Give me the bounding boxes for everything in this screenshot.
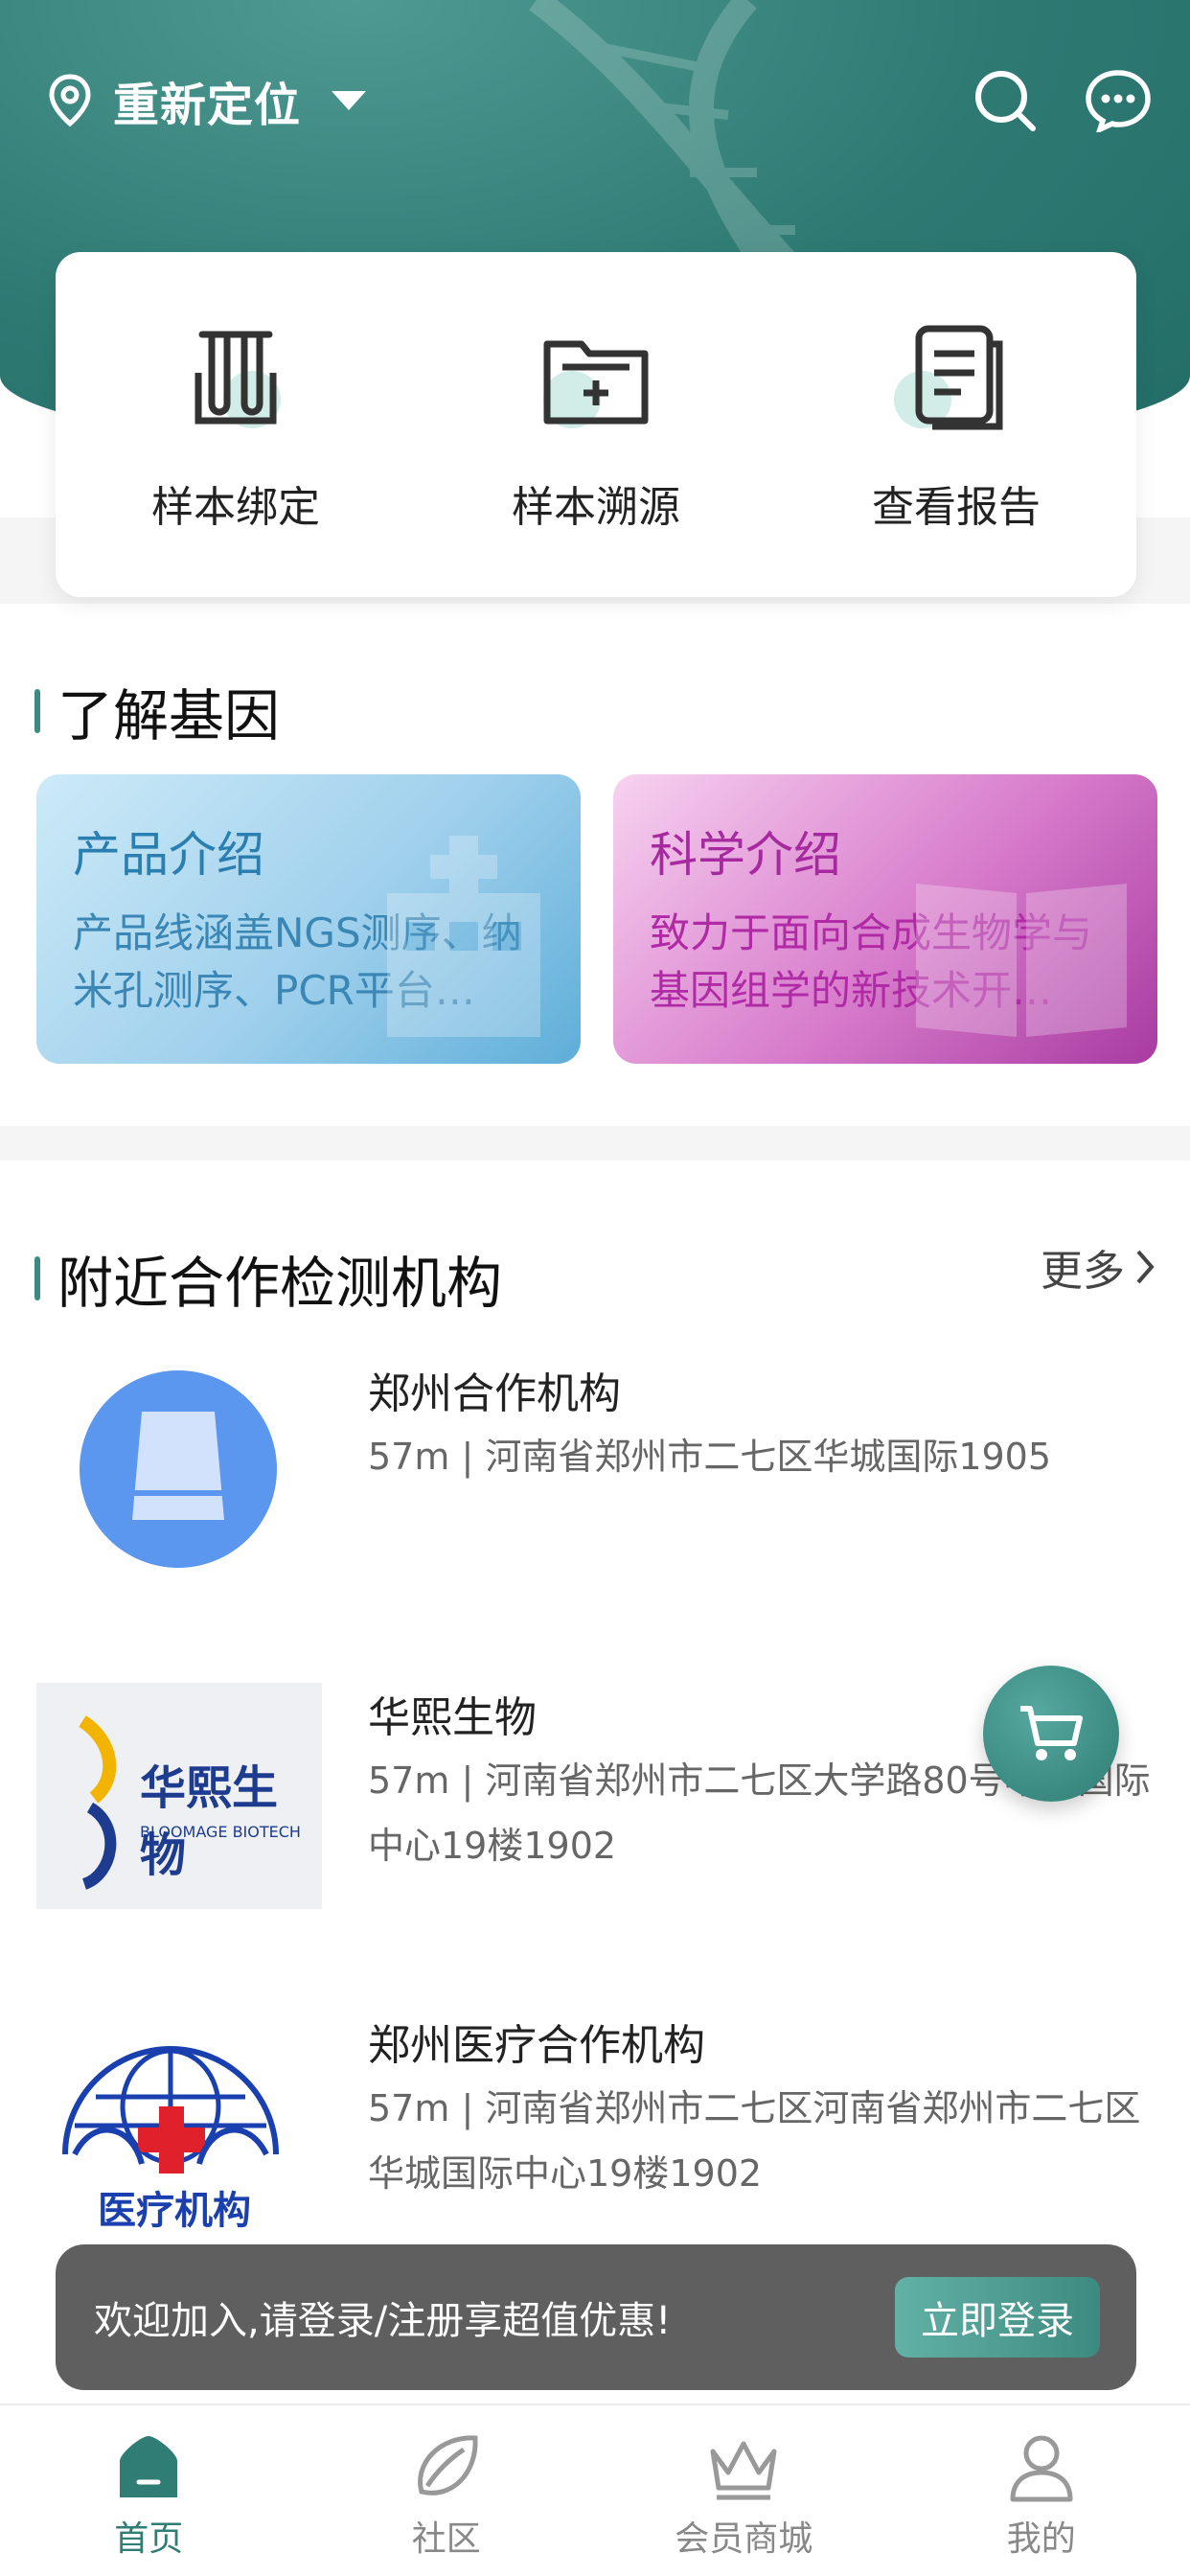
logo-text: 华熙生物	[140, 1761, 279, 1882]
institution-name: 郑州医疗合作机构	[368, 2021, 705, 2070]
hospital-icon	[387, 836, 540, 1037]
login-prompt-text: 欢迎加入,请登录/注册享超值优惠!	[94, 2299, 672, 2343]
tab-label: 我的	[1006, 2519, 1076, 2559]
quick-actions-card: 样本绑定 样本溯源 查看报告	[56, 252, 1136, 597]
message-icon[interactable]	[1085, 69, 1152, 132]
institution-item[interactable]: 医疗机构 郑州医疗合作机构 57m | 河南省郑州市二七区河南省郑州市二七区华城…	[36, 2011, 1157, 2241]
section-divider	[0, 1126, 1190, 1161]
search-icon[interactable]	[973, 69, 1037, 132]
learn-section-header: 了解基因	[34, 671, 280, 751]
tab-home[interactable]: 首页	[43, 2430, 254, 2561]
cart-icon	[1020, 1706, 1083, 1760]
bloomage-logo: 华熙生物 BLOOMAGE BIOTECH	[36, 1683, 322, 1909]
institution-logo	[36, 1359, 322, 1585]
chevron-right-icon	[1136, 1250, 1155, 1284]
user-icon	[1010, 2435, 1073, 2502]
sample-trace-label: 样本溯源	[512, 483, 680, 532]
tab-label: 首页	[114, 2519, 184, 2559]
login-button[interactable]: 立即登录	[895, 2277, 1100, 2358]
top-bar: 重新定位	[0, 58, 1190, 144]
more-link[interactable]: 更多	[1041, 1236, 1156, 1298]
bottom-tab-bar: 首页 社区 会员商城 我的	[0, 2404, 1190, 2576]
folder-add-icon	[543, 340, 649, 425]
tab-community[interactable]: 社区	[341, 2430, 552, 2561]
more-label: 更多	[1041, 1247, 1125, 1296]
tab-label: 会员商城	[675, 2519, 813, 2559]
tab-member-mall[interactable]: 会员商城	[638, 2430, 849, 2561]
institution-name: 郑州合作机构	[368, 1369, 621, 1418]
relocate-button[interactable]: 重新定位	[48, 58, 367, 144]
home-icon	[120, 2436, 178, 2497]
institution-name: 华熙生物	[368, 1693, 537, 1742]
book-icon	[916, 884, 1127, 1037]
location-label: 重新定位	[113, 79, 302, 132]
medical-logo: 医疗机构	[36, 2011, 322, 2237]
view-report-button[interactable]: 查看报告	[832, 315, 1081, 534]
tab-mine[interactable]: 我的	[936, 2430, 1147, 2561]
login-prompt-bar: 欢迎加入,请登录/注册享超值优惠! 立即登录	[56, 2244, 1136, 2390]
sample-binding-label: 样本绑定	[151, 483, 320, 532]
learn-cards: 产品介绍 产品线涵盖NGS测序、纳米孔测序、PCR平台… 科学介绍 致力于面向合…	[36, 774, 1157, 1064]
chevron-down-icon	[332, 91, 367, 110]
view-report-label: 查看报告	[872, 483, 1041, 532]
logo-text: 医疗机构	[98, 2189, 251, 2233]
location-pin-icon	[49, 74, 91, 127]
test-tubes-icon	[195, 331, 277, 425]
leaf-icon	[417, 2435, 478, 2496]
sample-binding-button[interactable]: 样本绑定	[111, 315, 360, 534]
tab-label: 社区	[411, 2519, 481, 2559]
cart-button[interactable]	[983, 1666, 1119, 1802]
institution-address: 57m | 河南省郑州市二七区华城国际1905	[368, 1436, 1052, 1478]
institution-item[interactable]: 郑州合作机构 57m | 河南省郑州市二七区华城国际1905	[36, 1359, 1157, 1585]
product-intro-card[interactable]: 产品介绍 产品线涵盖NGS测序、纳米孔测序、PCR平台…	[36, 774, 581, 1064]
nearby-section-header: 附近合作检测机构	[34, 1238, 502, 1319]
crown-icon	[710, 2441, 777, 2500]
logo-subtext: BLOOMAGE BIOTECH	[140, 1823, 301, 1841]
institution-address: 57m | 河南省郑州市二七区河南省郑州市二七区华城国际中心19楼1902	[368, 2087, 1141, 2195]
report-icon	[915, 325, 1003, 430]
section-title: 附近合作检测机构	[57, 1251, 503, 1316]
sample-trace-button[interactable]: 样本溯源	[471, 315, 721, 534]
science-intro-card[interactable]: 科学介绍 致力于面向合成生物学与基因组学的新技术开…	[613, 774, 1157, 1064]
section-title: 了解基因	[57, 683, 281, 748]
